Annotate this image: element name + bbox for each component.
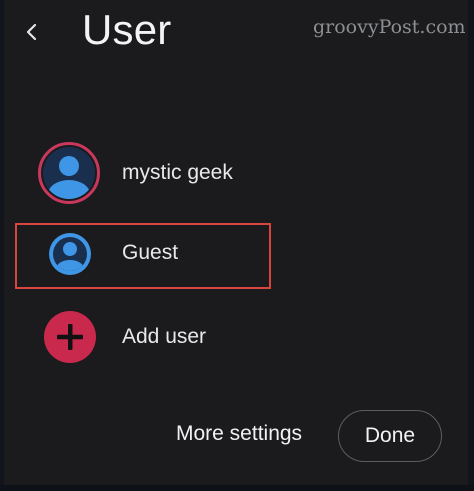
chevron-left-icon <box>26 23 37 41</box>
user-row-mystic-geek[interactable]: mystic geek <box>0 138 474 210</box>
user-settings-screen: User groovyPost.com mystic geek Guest Ad… <box>0 0 474 491</box>
user-label: Add user <box>122 325 207 348</box>
add-circle-icon <box>43 310 97 369</box>
screen-edge-bottom <box>0 485 474 491</box>
back-button[interactable] <box>20 20 44 44</box>
account-circle-icon <box>38 142 100 209</box>
page-title: User <box>82 6 172 53</box>
more-settings-button[interactable]: More settings <box>176 422 302 446</box>
highlight-annotation-box <box>15 223 271 289</box>
watermark: groovyPost.com <box>313 16 466 38</box>
user-label: mystic geek <box>122 161 233 184</box>
add-user-button[interactable]: Add user <box>0 304 474 376</box>
done-button[interactable]: Done <box>338 410 442 462</box>
